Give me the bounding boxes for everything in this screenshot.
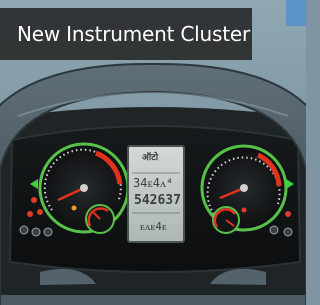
warning-light-icon [71,205,77,211]
lcd-odometer: 542637 [134,193,181,208]
control-knob-icon [283,227,293,237]
warning-light-icon [37,209,43,215]
corner-window [286,0,306,26]
control-knob-icon [19,225,29,235]
warning-light-icon [241,207,247,213]
warning-light-icon [31,197,37,203]
lcd-brand-logo: ऑटो [142,153,159,163]
fuel-gauge [85,204,115,234]
control-knob-icon [43,227,53,237]
banner-title: New Instrument Cluster [17,22,250,46]
lcd-readout-bottom: ᴇᴧᴇ4ᴇ [140,220,167,233]
temperature-gauge [212,206,240,234]
title-banner: New Instrument Cluster [0,8,252,60]
warning-light-icon [27,211,33,217]
control-knob-icon [31,227,41,237]
instrument-cluster-scene: ऑटो 34ᴇ4ᴧ⁴ 542637 ᴇᴧᴇ4ᴇ New Instrument C… [0,0,306,305]
warning-light-icon [285,211,291,217]
lcd-readout-top: 34ᴇ4ᴧ⁴ [133,176,174,190]
control-knob-icon [269,225,279,235]
